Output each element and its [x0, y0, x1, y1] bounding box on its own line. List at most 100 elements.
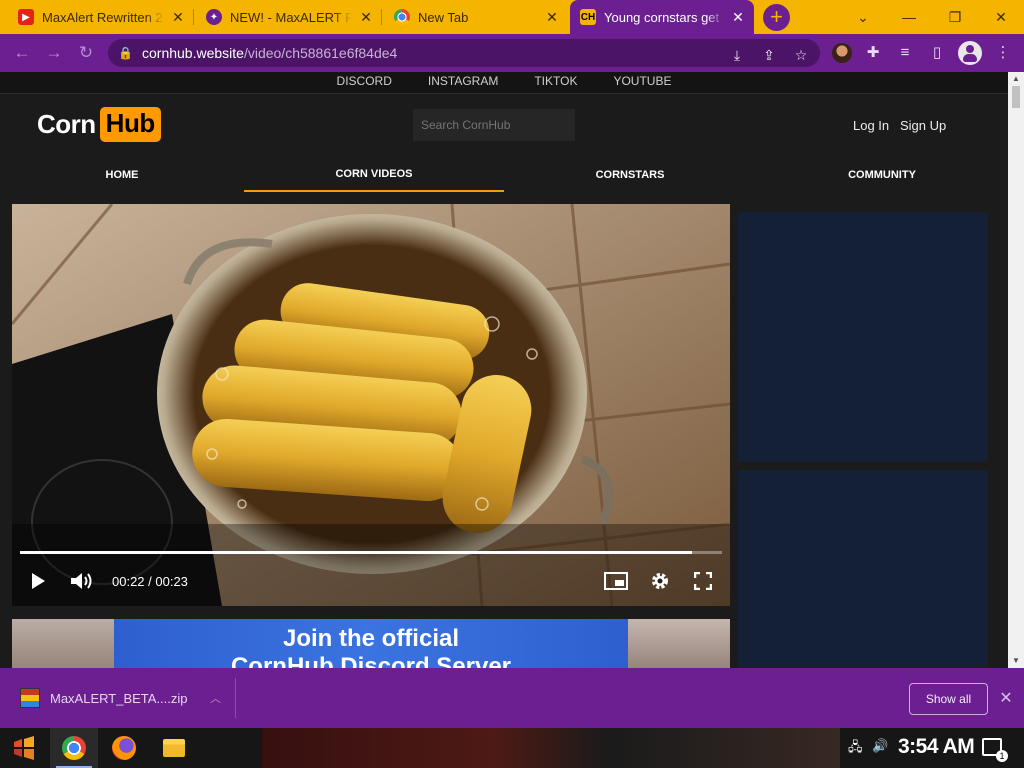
folder-icon — [163, 739, 185, 757]
scrollbar-thumb[interactable] — [1012, 86, 1020, 108]
maxalert-icon: ✦ — [206, 9, 222, 25]
extension-avatar-icon[interactable] — [832, 43, 852, 63]
tab-young-cornstars[interactable]: CH Young cornstars get h ✕ — [570, 0, 754, 34]
video-frame-corn-pot — [12, 204, 730, 606]
chrome-icon — [394, 9, 410, 25]
social-link-discord[interactable]: DISCORD — [337, 72, 392, 93]
sidebar-ad-slot-top[interactable] — [738, 212, 988, 462]
scroll-down-arrow-icon[interactable]: ▼ — [1011, 656, 1021, 665]
banner-center: Join the official CornHub Discord Server — [114, 619, 628, 668]
tab-new-tab[interactable]: New Tab ✕ — [384, 0, 568, 34]
social-link-instagram[interactable]: INSTAGRAM — [428, 72, 498, 93]
login-link[interactable]: Log In — [853, 118, 889, 133]
chrome-icon — [62, 736, 86, 760]
banner-line-2: CornHub Discord Server — [230, 653, 512, 668]
picture-in-picture-icon — [604, 572, 628, 590]
address-bar[interactable]: 🔒 cornhub.website/video/ch58861e6f84de4 … — [108, 39, 820, 67]
extensions-puzzle-icon[interactable]: ✚ — [862, 42, 884, 64]
nav-community[interactable]: COMMUNITY — [756, 158, 1008, 192]
tab-title: MaxAlert Rewritten 2 — [42, 9, 163, 25]
page-scrollbar[interactable]: ▲ ▼ — [1008, 72, 1024, 668]
site-logo[interactable]: Corn Hub — [37, 107, 161, 142]
video-player[interactable]: 00:22 / 00:23 — [12, 204, 730, 606]
download-bar: MaxALERT_BETA....zip ︿ Show all ✕ — [0, 668, 1024, 728]
share-icon[interactable]: ⇪ — [758, 44, 780, 66]
browser-menu-icon[interactable]: ⋮ — [992, 42, 1014, 64]
close-tab-icon[interactable]: ✕ — [730, 9, 746, 25]
lock-icon[interactable]: 🔒 — [118, 46, 133, 60]
tab-new-maxalert[interactable]: ✦ NEW! - MaxALERT R ✕ — [196, 0, 382, 34]
notification-count-badge: 1 — [996, 750, 1008, 762]
tab-title: New Tab — [418, 9, 469, 25]
restore-button[interactable]: ❐ — [932, 0, 978, 34]
download-file-name: MaxALERT_BETA....zip — [50, 690, 188, 706]
url-text[interactable]: cornhub.website/video/ch58861e6f84de4 — [142, 45, 397, 61]
tab-title: NEW! - MaxALERT R — [230, 9, 352, 25]
network-icon[interactable]: 🖧 — [848, 738, 863, 760]
fullscreen-icon — [694, 572, 712, 590]
main-navigation: HOME CORN VIDEOS CORNSTARS COMMUNITY — [0, 158, 1008, 192]
reload-icon[interactable]: ↻ — [74, 41, 98, 65]
close-tab-icon[interactable]: ✕ — [544, 9, 560, 25]
minimize-button[interactable]: — — [886, 0, 932, 34]
close-download-bar-icon[interactable]: ✕ — [998, 688, 1014, 708]
scroll-up-arrow-icon[interactable]: ▲ — [1011, 74, 1021, 83]
tab-maxalert-rewritten[interactable]: ▶ MaxAlert Rewritten 2 ✕ — [8, 0, 194, 34]
web-page: DISCORD INSTAGRAM TIKTOK YOUTUBE Corn Hu… — [0, 72, 1008, 668]
signup-link[interactable]: Sign Up — [900, 118, 946, 133]
taskbar-wallpaper — [262, 728, 840, 768]
forward-arrow-icon[interactable]: → — [42, 41, 66, 65]
back-arrow-icon[interactable]: ← — [10, 41, 34, 65]
taskbar-clock[interactable]: 3:54 AM — [898, 735, 975, 759]
bookmark-star-icon[interactable]: ☆ — [790, 44, 812, 66]
banner-line-1: Join the official — [282, 625, 459, 652]
play-icon — [32, 573, 45, 589]
volume-icon — [71, 573, 92, 589]
taskbar-file-explorer[interactable] — [150, 728, 198, 768]
discord-banner[interactable]: Join the official CornHub Discord Server — [12, 619, 730, 668]
youtube-icon: ▶ — [18, 9, 34, 25]
tab-title: Young cornstars get h — [604, 9, 724, 25]
logo-text-hub: Hub — [99, 107, 161, 142]
sidebar-ad-slot-bottom[interactable] — [738, 470, 988, 668]
windows-taskbar: 🖧 🔊 3:54 AM 1 — [0, 728, 1024, 768]
taskbar-chrome[interactable] — [50, 728, 98, 768]
nav-home[interactable]: HOME — [0, 158, 244, 192]
start-logo-icon — [14, 736, 34, 760]
taskbar-firefox[interactable] — [100, 728, 148, 768]
logo-text-corn: Corn — [37, 109, 96, 139]
cornhub-icon: CH — [580, 9, 596, 25]
site-header: Corn Hub Log In Sign Up HOME CORN VIDEOS… — [0, 95, 1008, 192]
start-button[interactable] — [0, 728, 48, 768]
time-display: 00:22 / 00:23 — [112, 574, 188, 589]
profile-avatar-icon[interactable] — [958, 41, 982, 65]
nav-corn-videos[interactable]: CORN VIDEOS — [244, 158, 504, 192]
progress-fill — [20, 551, 692, 554]
show-all-button[interactable]: Show all — [909, 683, 988, 715]
nav-cornstars[interactable]: CORNSTARS — [504, 158, 756, 192]
gear-icon — [652, 573, 668, 589]
chevron-up-icon[interactable]: ︿ — [210, 690, 221, 706]
banner-right-image — [628, 619, 730, 668]
download-item[interactable]: MaxALERT_BETA....zip ︿ — [12, 678, 236, 718]
search-input[interactable] — [413, 109, 575, 141]
new-tab-button[interactable]: + — [763, 4, 790, 31]
social-link-youtube[interactable]: YOUTUBE — [613, 72, 671, 93]
tab-search-icon[interactable]: ⌄ — [840, 0, 886, 34]
firefox-icon — [112, 736, 136, 760]
social-link-tiktok[interactable]: TIKTOK — [534, 72, 577, 93]
install-app-icon[interactable]: ⤓ — [726, 44, 748, 66]
progress-bar[interactable] — [20, 551, 722, 554]
media-control-icon[interactable]: ≡ — [894, 42, 916, 64]
close-window-button[interactable]: ✕ — [978, 0, 1024, 34]
close-tab-icon[interactable]: ✕ — [358, 9, 374, 25]
banner-left-image — [12, 619, 114, 668]
browser-tab-strip: ▶ MaxAlert Rewritten 2 ✕ ✦ NEW! - MaxALE… — [0, 0, 1024, 34]
url-host: cornhub.website — [142, 45, 244, 61]
side-panel-icon[interactable]: ▯ — [926, 42, 948, 64]
browser-toolbar: ← → ↻ 🔒 cornhub.website/video/ch58861e6f… — [0, 34, 1024, 72]
social-links-bar: DISCORD INSTAGRAM TIKTOK YOUTUBE — [0, 72, 1008, 94]
zip-archive-icon — [20, 688, 40, 708]
close-tab-icon[interactable]: ✕ — [170, 9, 186, 25]
speaker-icon[interactable]: 🔊 — [872, 738, 888, 754]
